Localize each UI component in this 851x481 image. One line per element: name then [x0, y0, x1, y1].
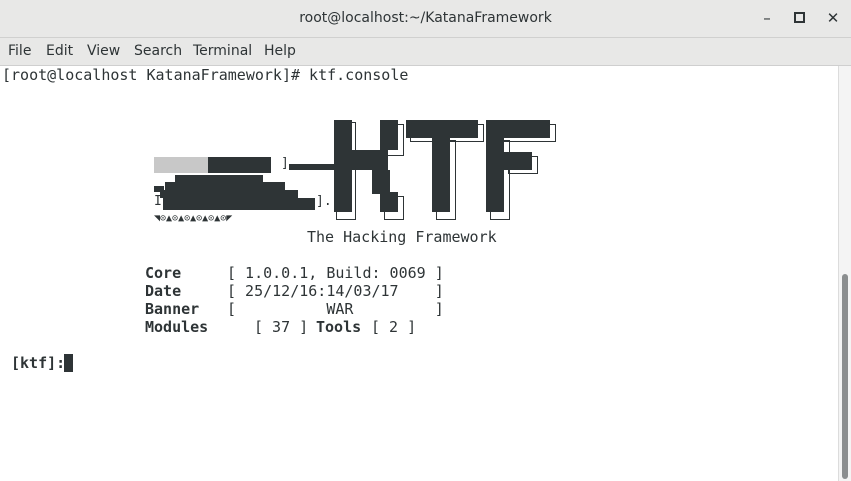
tank-turret-light — [154, 157, 208, 173]
window-titlebar: root@localhost:~/KatanaFramework – ✕ — [0, 0, 851, 38]
logo-f-mid-outline — [508, 156, 538, 174]
menu-terminal[interactable]: Terminal — [193, 43, 252, 59]
info-tools-value: [ 2 ] — [371, 318, 417, 336]
tank-barrel — [289, 164, 339, 170]
logo-t-stem-outline — [436, 140, 456, 220]
menu-edit[interactable]: Edit — [46, 43, 73, 59]
close-icon[interactable]: ✕ — [822, 8, 844, 28]
info-date-value: [ 25/12/16:14/03/17 ] — [227, 282, 444, 300]
tank-body-lower — [160, 190, 298, 198]
scrollbar-thumb[interactable] — [842, 274, 848, 479]
terminal-scrollbar[interactable] — [838, 66, 851, 481]
info-core-label: Core — [145, 264, 182, 282]
ktf-prompt: [ktf]: — [11, 354, 66, 372]
menu-search[interactable]: Search — [134, 43, 182, 59]
tank-turret — [208, 157, 271, 173]
window-title: root@localhost:~/KatanaFramework — [299, 10, 552, 26]
menu-help[interactable]: Help — [264, 43, 296, 59]
tank-bracket-left: I — [154, 194, 162, 209]
menu-view[interactable]: View — [87, 43, 120, 59]
info-modules-label: Modules — [145, 318, 209, 336]
tank-bracket-right: ]. — [316, 194, 332, 209]
info-banner-value: [ WAR ] — [227, 300, 444, 318]
tank-body-mid — [165, 182, 285, 190]
shell-prompt-line: [root@localhost KatanaFramework]# ktf.co… — [2, 66, 409, 84]
menubar: File Edit View Search Terminal Help — [0, 38, 851, 66]
info-banner-label: Banner — [145, 300, 200, 318]
minimize-icon[interactable]: – — [756, 8, 778, 28]
info-tools-label: Tools — [316, 318, 362, 336]
logo-k-leg-outline — [384, 196, 404, 220]
info-core-value: [ 1.0.0.1, Build: 0069 ] — [227, 264, 444, 282]
menu-file[interactable]: File — [8, 43, 31, 59]
tank-wheels: ◥⊙▲⊙▲⊙▲⊙▲⊙▲⊙◤ — [154, 213, 233, 224]
logo-k-stem — [334, 120, 352, 212]
terminal-area[interactable]: [root@localhost KatanaFramework]# ktf.co… — [0, 66, 838, 481]
tank-hull — [163, 198, 315, 210]
terminal-cursor — [64, 354, 73, 372]
banner-subtitle: The Hacking Framework — [307, 228, 497, 246]
maximize-icon[interactable] — [788, 8, 810, 28]
info-date-label: Date — [145, 282, 182, 300]
info-modules-value: [ 37 ] — [254, 318, 309, 336]
logo-k-mid — [352, 150, 388, 170]
tank-bracket: ] — [281, 156, 289, 171]
logo-k-leg — [372, 170, 390, 194]
